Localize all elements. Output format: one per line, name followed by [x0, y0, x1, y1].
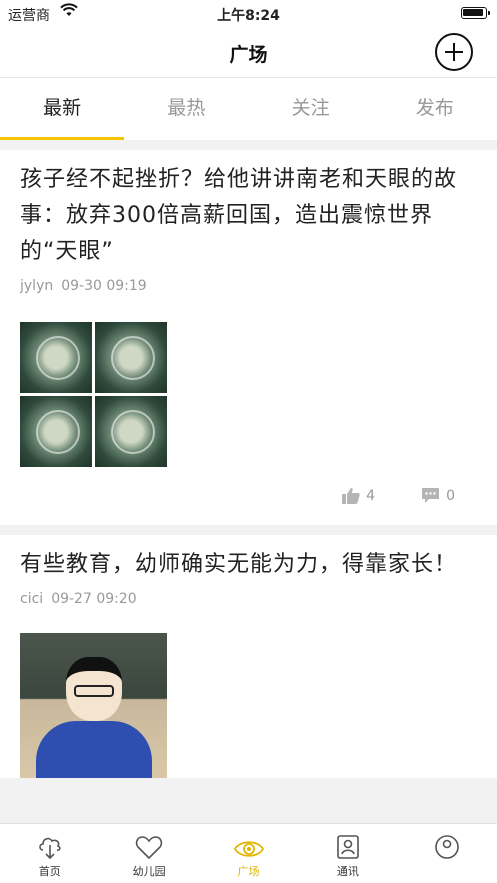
tab-hottest[interactable]: 最热 — [124, 78, 248, 140]
add-post-button[interactable] — [435, 33, 473, 71]
post-image[interactable] — [95, 396, 167, 467]
status-bar: 运营商 上午8:24 — [0, 0, 497, 28]
tab-following[interactable]: 关注 — [249, 78, 373, 140]
thumbs-up-icon — [342, 488, 360, 504]
post-meta: jylyn 09-30 09:19 — [20, 278, 477, 294]
post-image[interactable] — [20, 396, 92, 467]
tabbar-item-square[interactable]: 广场 — [199, 824, 298, 883]
profile-icon — [435, 835, 460, 859]
post-title[interactable]: 有些教育，幼师确实无能为力，得靠家长！ — [20, 547, 477, 583]
eye-icon — [233, 841, 264, 857]
page-title: 广场 — [229, 44, 268, 66]
comment-count: 0 — [446, 487, 455, 504]
drawing-dress — [36, 721, 152, 778]
post-author: jylyn — [20, 278, 54, 294]
comment-icon — [422, 488, 440, 503]
tabbar-item-kindergarten[interactable]: 幼儿园 — [99, 824, 198, 883]
post-actions: 4 0 — [20, 467, 477, 525]
post-meta: cici 09-27 09:20 — [20, 591, 477, 607]
navigation-bar: 广场 — [0, 28, 497, 78]
post-card[interactable]: 有些教育，幼师确实无能为力，得靠家长！ cici 09-27 09:20 — [0, 535, 497, 778]
post-date: 09-27 09:20 — [51, 591, 137, 607]
tabbar-item-home[interactable]: 首页 — [0, 824, 99, 883]
post-card[interactable]: 孩子经不起挫折？给他讲讲南老和天眼的故事：放弃300倍高薪回国，造出震惊世界的“… — [0, 150, 497, 525]
post-image[interactable] — [20, 633, 167, 778]
home-cloud-icon — [38, 837, 61, 860]
post-image[interactable] — [95, 322, 167, 393]
tab-latest[interactable]: 最新 — [0, 78, 125, 140]
battery-icon — [461, 7, 490, 19]
post-image[interactable] — [20, 322, 92, 393]
tabbar-label: 广场 — [237, 865, 260, 878]
post-feed: 孩子经不起挫折？给他讲讲南老和天眼的故事：放弃300倍高薪回国，造出震惊世界的“… — [0, 150, 497, 778]
tabbar-item-profile[interactable] — [398, 824, 497, 883]
contacts-icon — [337, 835, 359, 859]
tabbar-label: 通讯 — [336, 865, 359, 878]
heart-icon — [135, 836, 163, 860]
like-count: 4 — [366, 487, 375, 504]
tabbar-label: 幼儿园 — [132, 865, 166, 878]
tabbar-label: 首页 — [38, 865, 61, 878]
status-time: 上午8:24 — [217, 8, 280, 24]
post-title[interactable]: 孩子经不起挫折？给他讲讲南老和天眼的故事：放弃300倍高薪回国，造出震惊世界的“… — [20, 162, 477, 270]
tab-publish[interactable]: 发布 — [373, 78, 497, 140]
drawing-glasses — [74, 685, 114, 697]
post-author: cici — [20, 591, 44, 607]
post-image-grid[interactable] — [20, 322, 167, 467]
comment-button[interactable]: 0 — [421, 487, 455, 504]
feed-tabs: 最新 最热 关注 发布 — [0, 78, 497, 140]
like-button[interactable]: 4 — [342, 487, 375, 504]
bottom-tab-bar: 首页 幼儿园 广场 通讯 — [0, 823, 497, 883]
tabbar-item-contacts[interactable]: 通讯 — [298, 824, 397, 883]
post-date: 09-30 09:19 — [61, 278, 147, 294]
